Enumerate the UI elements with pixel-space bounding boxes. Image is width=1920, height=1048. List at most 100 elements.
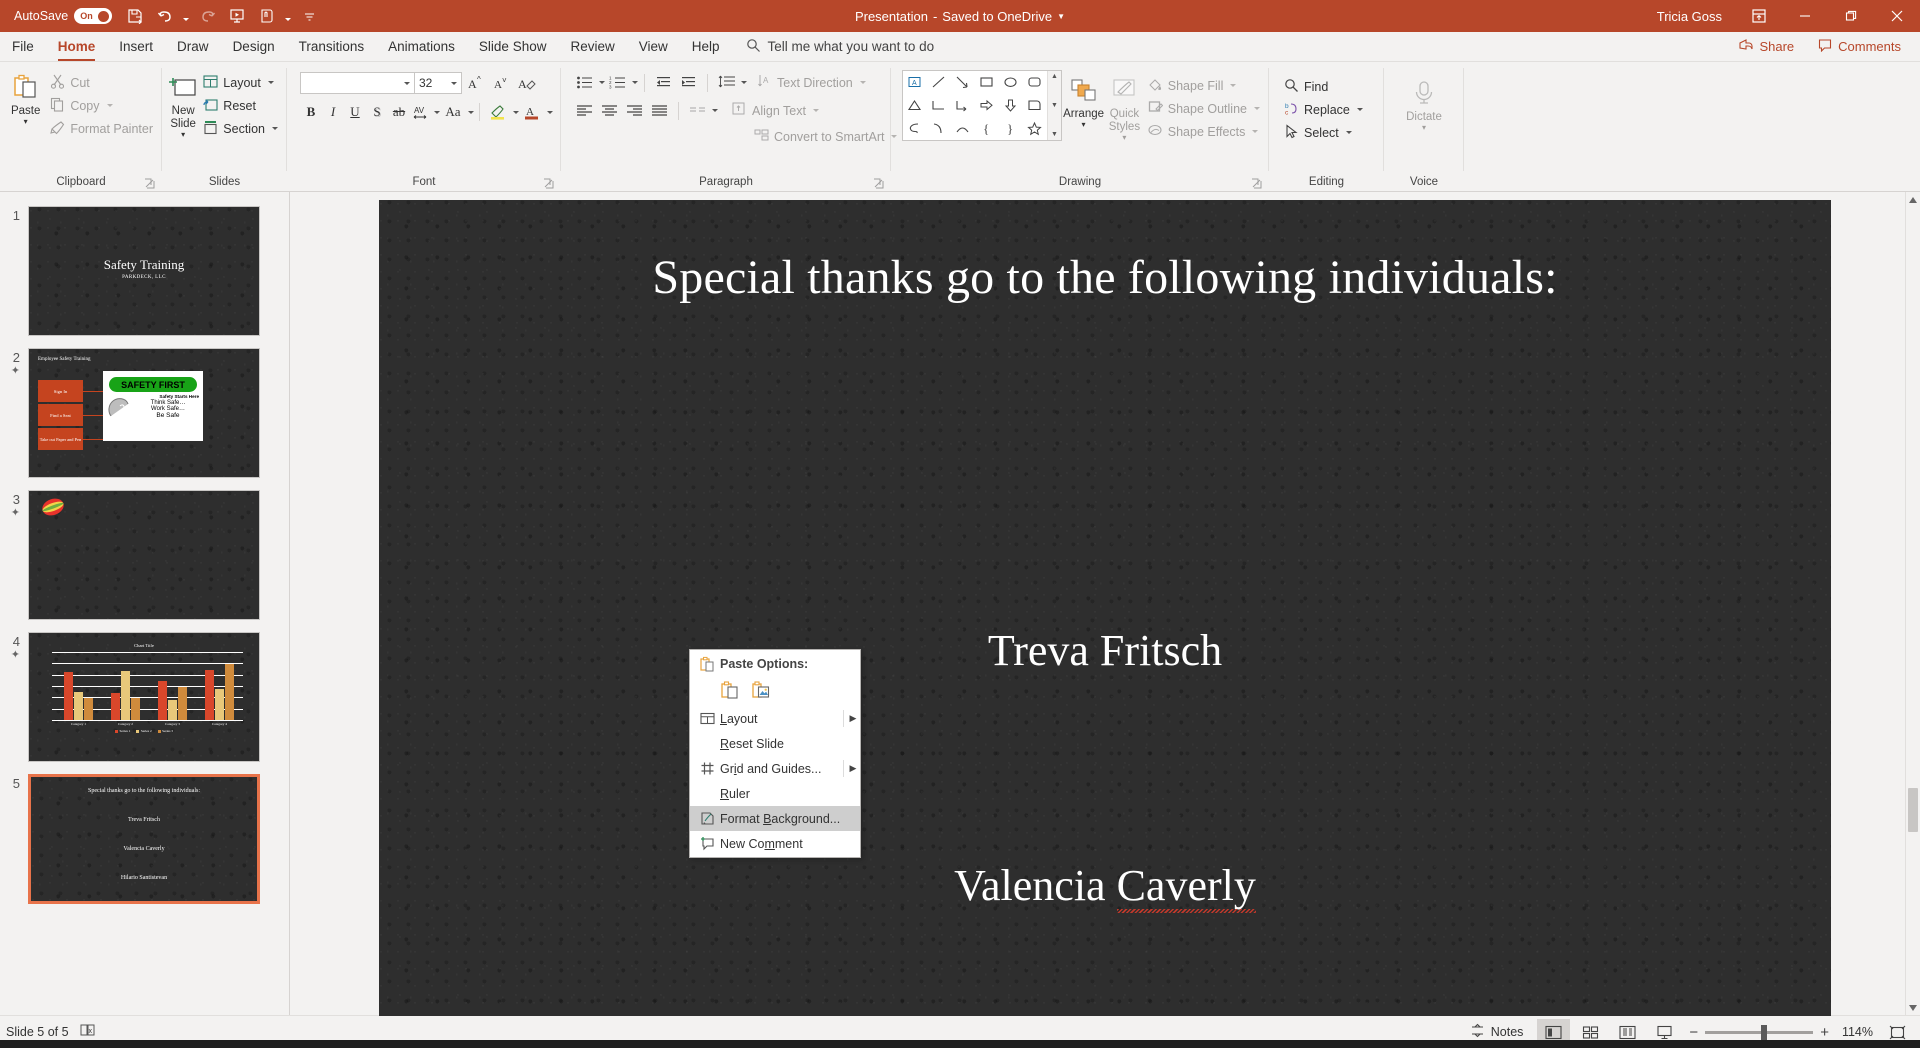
shape-elbow-connector-icon[interactable] (927, 94, 951, 117)
spell-check-icon[interactable]: x (79, 1022, 96, 1042)
tell-me-search[interactable]: Tell me what you want to do (732, 32, 934, 61)
bold-icon[interactable]: B (300, 100, 322, 124)
shape-rounded-rectangle-icon[interactable] (1023, 71, 1047, 94)
text-shadow-icon[interactable]: S (366, 100, 388, 124)
shape-text-box-icon[interactable]: A (903, 71, 927, 94)
close-button[interactable] (1874, 0, 1920, 32)
context-menu-item-new-comment[interactable]: New Comment (690, 831, 860, 856)
strikethrough-icon[interactable]: ab (388, 100, 410, 124)
select-dropdown-icon[interactable] (1345, 131, 1352, 134)
save-icon[interactable] (120, 3, 150, 29)
align-center-icon[interactable] (597, 99, 622, 122)
font-dialog-launcher-icon[interactable] (543, 178, 554, 189)
font-name-dropdown-icon[interactable] (404, 81, 410, 85)
thumbnail-3[interactable] (28, 490, 260, 620)
comments-button[interactable]: Comments (1809, 35, 1910, 58)
bullets-icon[interactable] (572, 71, 597, 94)
decrease-font-size-icon[interactable]: A ˅ (488, 71, 514, 95)
thumbnail-item-3[interactable]: 3 ✦ (0, 484, 289, 626)
shapes-more-icon[interactable]: ▼ (1051, 131, 1058, 138)
layout-dropdown-icon[interactable] (267, 81, 274, 84)
thumbnail-item-4[interactable]: 4 ✦ Chart Title Category 1 Category 2 Ca… (0, 626, 289, 768)
scrollbar-thumb[interactable] (1908, 788, 1918, 832)
shapes-scroll-down-icon[interactable]: ▼ (1051, 102, 1058, 109)
paragraph-dialog-launcher-icon[interactable] (873, 178, 884, 189)
context-menu-item-grid-and-guides[interactable]: Grid and Guides... ▶ (690, 756, 860, 781)
paste-picture-icon[interactable] (751, 680, 770, 702)
shape-line-icon[interactable] (927, 71, 951, 94)
context-menu-item-format-background[interactable]: Format Background... (690, 806, 860, 831)
clipboard-dialog-launcher-icon[interactable] (144, 178, 155, 189)
canvas-vertical-scrollbar[interactable] (1905, 192, 1920, 1015)
find-button[interactable]: Find (1280, 75, 1367, 98)
thumbnail-2[interactable]: Employee Safety Training Sign In Find a … (28, 348, 260, 478)
shape-left-brace-icon[interactable]: { (975, 117, 999, 140)
section-dropdown-icon[interactable] (272, 127, 278, 130)
undo-icon[interactable] (150, 3, 180, 29)
select-button[interactable]: Select (1280, 121, 1367, 144)
paste-button[interactable]: Paste ▾ (5, 67, 46, 126)
clear-all-formatting-icon[interactable]: A (514, 71, 540, 95)
font-name-input[interactable] (300, 72, 415, 94)
text-highlight-color-icon[interactable] (485, 100, 511, 124)
slide-counter[interactable]: Slide 5 of 5 (6, 1025, 69, 1039)
zoom-track[interactable] (1705, 1024, 1814, 1040)
shapes-scroll-up-icon[interactable]: ▲ (1051, 73, 1058, 80)
restore-button[interactable] (1828, 0, 1874, 32)
slide-thumbnail-pane[interactable]: 1 Safety Training PARKDECK, LLC 2 ✦ Empl… (0, 192, 290, 1015)
misspelled-caverly[interactable]: Caverly (1117, 861, 1256, 912)
change-case-dropdown-icon[interactable] (468, 110, 474, 114)
zoom-slider[interactable]: − + 114% (1685, 1024, 1877, 1041)
tab-review[interactable]: Review (558, 32, 626, 61)
align-right-icon[interactable] (622, 99, 647, 122)
thumbnail-item-5[interactable]: 5 Special thanks go to the following ind… (0, 768, 289, 910)
notes-button[interactable]: Notes (1470, 1023, 1534, 1041)
context-menu-item-ruler[interactable]: Ruler (690, 781, 860, 806)
zoom-knob[interactable] (1761, 1024, 1768, 1040)
shape-scribble-icon[interactable] (903, 117, 927, 140)
shape-arc-icon[interactable] (951, 117, 975, 140)
customize-quick-access-toolbar-icon[interactable] (294, 3, 324, 29)
zoom-level-label[interactable]: 114% (1836, 1025, 1873, 1039)
line-spacing-icon[interactable] (714, 71, 739, 94)
share-button[interactable]: Share (1730, 35, 1803, 58)
thumbnail-item-1[interactable]: 1 Safety Training PARKDECK, LLC (0, 200, 289, 342)
tab-design[interactable]: Design (221, 32, 287, 61)
layout-button[interactable]: Layout (199, 71, 282, 94)
columns-dropdown-icon[interactable] (712, 109, 718, 112)
shapes-gallery-scrollbar[interactable]: ▲ ▼ ▼ (1047, 71, 1061, 140)
font-color-icon[interactable]: A (519, 100, 545, 124)
character-spacing-icon[interactable]: AV (410, 100, 432, 124)
touch-mode-icon[interactable] (252, 3, 282, 29)
reset-button[interactable]: Reset (199, 94, 282, 117)
save-state-dropdown-icon[interactable]: ▼ (1057, 12, 1065, 21)
tab-help[interactable]: Help (680, 32, 732, 61)
slide-name-0[interactable]: Treva Fritsch (379, 625, 1831, 676)
scroll-down-arrow-icon[interactable] (1906, 1000, 1920, 1015)
thumbnail-5[interactable]: Special thanks go to the following indiv… (28, 774, 260, 904)
minimize-button[interactable] (1782, 0, 1828, 32)
thumbnail-item-2[interactable]: 2 ✦ Employee Safety Training Sign In Fin… (0, 342, 289, 484)
shape-flowchart-icon[interactable] (1023, 94, 1047, 117)
section-button[interactable]: Section (199, 117, 282, 140)
italic-icon[interactable]: I (322, 100, 344, 124)
drawing-dialog-launcher-icon[interactable] (1251, 178, 1262, 189)
thumbnail-4-chart[interactable]: Chart Title Category 1 Category 2 Catego… (28, 632, 260, 762)
tab-slide-show[interactable]: Slide Show (467, 32, 559, 61)
shape-triangle-icon[interactable] (903, 94, 927, 117)
start-from-beginning-icon[interactable] (222, 3, 252, 29)
context-menu-item-layout[interactable]: Layout ▶ (690, 706, 860, 731)
font-size-dropdown-icon[interactable] (451, 81, 457, 85)
line-spacing-dropdown-icon[interactable] (741, 81, 747, 84)
tab-insert[interactable]: Insert (107, 32, 165, 61)
arrange-button[interactable]: Arrange ▾ (1062, 70, 1105, 129)
justify-icon[interactable] (647, 99, 672, 122)
current-slide[interactable]: Special thanks go to the following indiv… (379, 200, 1831, 1016)
shape-curve-icon[interactable] (927, 117, 951, 140)
context-menu[interactable]: Paste Options: Layout ▶ Reset Slide Grid… (689, 649, 861, 858)
tab-draw[interactable]: Draw (165, 32, 221, 61)
autosave-toggle[interactable]: On (74, 8, 113, 24)
shape-star-icon[interactable] (1023, 117, 1047, 140)
slide-name-1[interactable]: Valencia Caverly (379, 860, 1831, 911)
paste-keep-source-formatting-icon[interactable] (720, 680, 739, 702)
